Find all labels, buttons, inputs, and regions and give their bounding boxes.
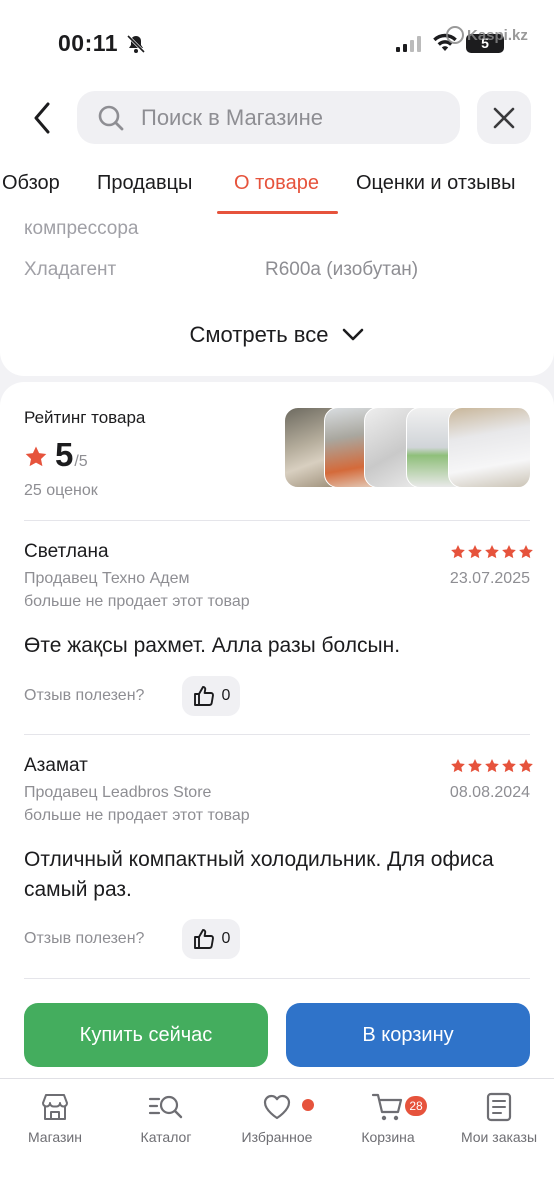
reviews-card: Рейтинг товара 5 /5 25 оценок Светлана П…	[0, 382, 554, 1078]
tab-bar: Обзор Продавцы О товаре Оценки и отзывы	[0, 160, 554, 214]
review-seller-note: больше не продает этот товар	[24, 807, 250, 824]
buy-now-button[interactable]: Купить сейчас	[24, 1003, 268, 1067]
star-icon	[468, 759, 482, 773]
cart-count-badge: 28	[405, 1096, 427, 1116]
review-photos-gallery[interactable]	[284, 407, 530, 488]
nav-item-cart[interactable]: 28 Корзина	[333, 1091, 443, 1145]
review-useful-label: Отзыв полезен?	[24, 930, 145, 947]
search-box[interactable]	[77, 91, 460, 144]
like-button[interactable]: 0	[182, 919, 240, 959]
nav-label: Корзина	[361, 1129, 415, 1145]
star-icon	[485, 759, 499, 773]
rating-out-of: /5	[74, 453, 88, 470]
spec-key: Хладагент	[24, 259, 117, 280]
rating-label: Рейтинг товара	[24, 408, 146, 427]
nav-label: Каталог	[140, 1129, 192, 1145]
orders-icon	[486, 1092, 512, 1122]
review-seller: Продавец Техно Адем	[24, 570, 190, 587]
spec-partial-row: компрессора	[24, 218, 139, 239]
like-button[interactable]: 0	[182, 676, 240, 716]
review-seller: Продавец Leadbros Store	[24, 784, 212, 801]
close-icon	[493, 107, 515, 128]
review-author: Азамат	[24, 755, 88, 776]
nav-label: Магазин	[27, 1129, 82, 1145]
rating-value: 5	[55, 436, 74, 473]
header	[0, 80, 554, 160]
status-time: 00:11	[58, 30, 119, 56]
see-all-label: Смотреть все	[189, 322, 329, 347]
search-icon	[98, 105, 124, 131]
kaspi-logo-icon	[446, 26, 464, 44]
star-icon	[519, 545, 533, 559]
notification-dot	[302, 1099, 314, 1111]
thumbs-up-icon	[193, 929, 214, 949]
star-icon	[485, 545, 499, 559]
rating-summary: 5 /5	[24, 436, 88, 474]
specs-card: компрессора Хладагент R600a (изобутан) С…	[0, 214, 554, 376]
star-icon	[502, 759, 516, 773]
back-arrow-icon[interactable]	[26, 98, 58, 138]
watermark-text: Kaspi.kz	[467, 26, 528, 44]
like-count: 0	[221, 687, 231, 704]
see-all-button[interactable]: Смотреть все	[0, 322, 554, 348]
chevron-down-icon	[343, 328, 364, 341]
star-icon	[451, 545, 465, 559]
heart-icon	[263, 1094, 291, 1120]
star-icon	[451, 759, 465, 773]
review-stars	[450, 758, 534, 774]
status-bar: 00:11 5 Kaspi.kz	[0, 0, 554, 80]
review-text: Отличный компактный холодильник. Для офи…	[24, 848, 494, 901]
nav-item-favorites[interactable]: Избранное	[222, 1091, 332, 1145]
tab-reviews[interactable]: Оценки и отзывы	[356, 172, 516, 195]
review-stars	[450, 544, 534, 560]
add-to-cart-button[interactable]: В корзину	[286, 1003, 530, 1067]
nav-label: Избранное	[241, 1129, 313, 1145]
watermark: Kaspi.kz	[446, 26, 528, 44]
review-text: Өте жақсы рахмет. Алла разы болсын.	[24, 634, 401, 657]
cart-icon	[371, 1093, 403, 1121]
divider	[24, 978, 530, 979]
spec-value: R600a (изобутан)	[265, 259, 419, 280]
bottom-nav: Магазин Каталог Избранное 28 Корзина Мои…	[0, 1078, 554, 1200]
star-icon	[502, 545, 516, 559]
divider	[24, 520, 530, 521]
signal-icon	[396, 36, 421, 52]
star-icon	[25, 446, 47, 467]
review-author: Светлана	[24, 541, 109, 562]
tab-sellers[interactable]: Продавцы	[97, 172, 192, 195]
review-date: 23.07.2025	[449, 570, 530, 587]
review-date: 08.08.2024	[449, 784, 530, 801]
thumbs-up-icon	[193, 686, 214, 706]
nav-item-store[interactable]: Магазин	[0, 1091, 110, 1145]
star-icon	[519, 759, 533, 773]
nav-item-catalog[interactable]: Каталог	[111, 1091, 221, 1145]
catalog-icon	[148, 1095, 183, 1119]
review-seller-note: больше не продает этот товар	[24, 593, 250, 610]
bell-muted-icon	[126, 34, 146, 54]
star-icon	[468, 545, 482, 559]
divider	[24, 734, 530, 735]
rating-count: 25 оценок	[24, 482, 98, 499]
store-icon	[42, 1094, 68, 1120]
close-button[interactable]	[477, 91, 531, 144]
nav-label: Мои заказы	[460, 1129, 538, 1145]
search-input[interactable]	[141, 91, 441, 144]
tab-about-product[interactable]: О товаре	[234, 172, 319, 195]
nav-item-orders[interactable]: Мои заказы	[444, 1091, 554, 1145]
like-count: 0	[221, 930, 231, 947]
review-photo[interactable]	[448, 407, 530, 488]
tab-overview[interactable]: Обзор	[2, 172, 60, 195]
review-useful-label: Отзыв полезен?	[24, 687, 145, 704]
